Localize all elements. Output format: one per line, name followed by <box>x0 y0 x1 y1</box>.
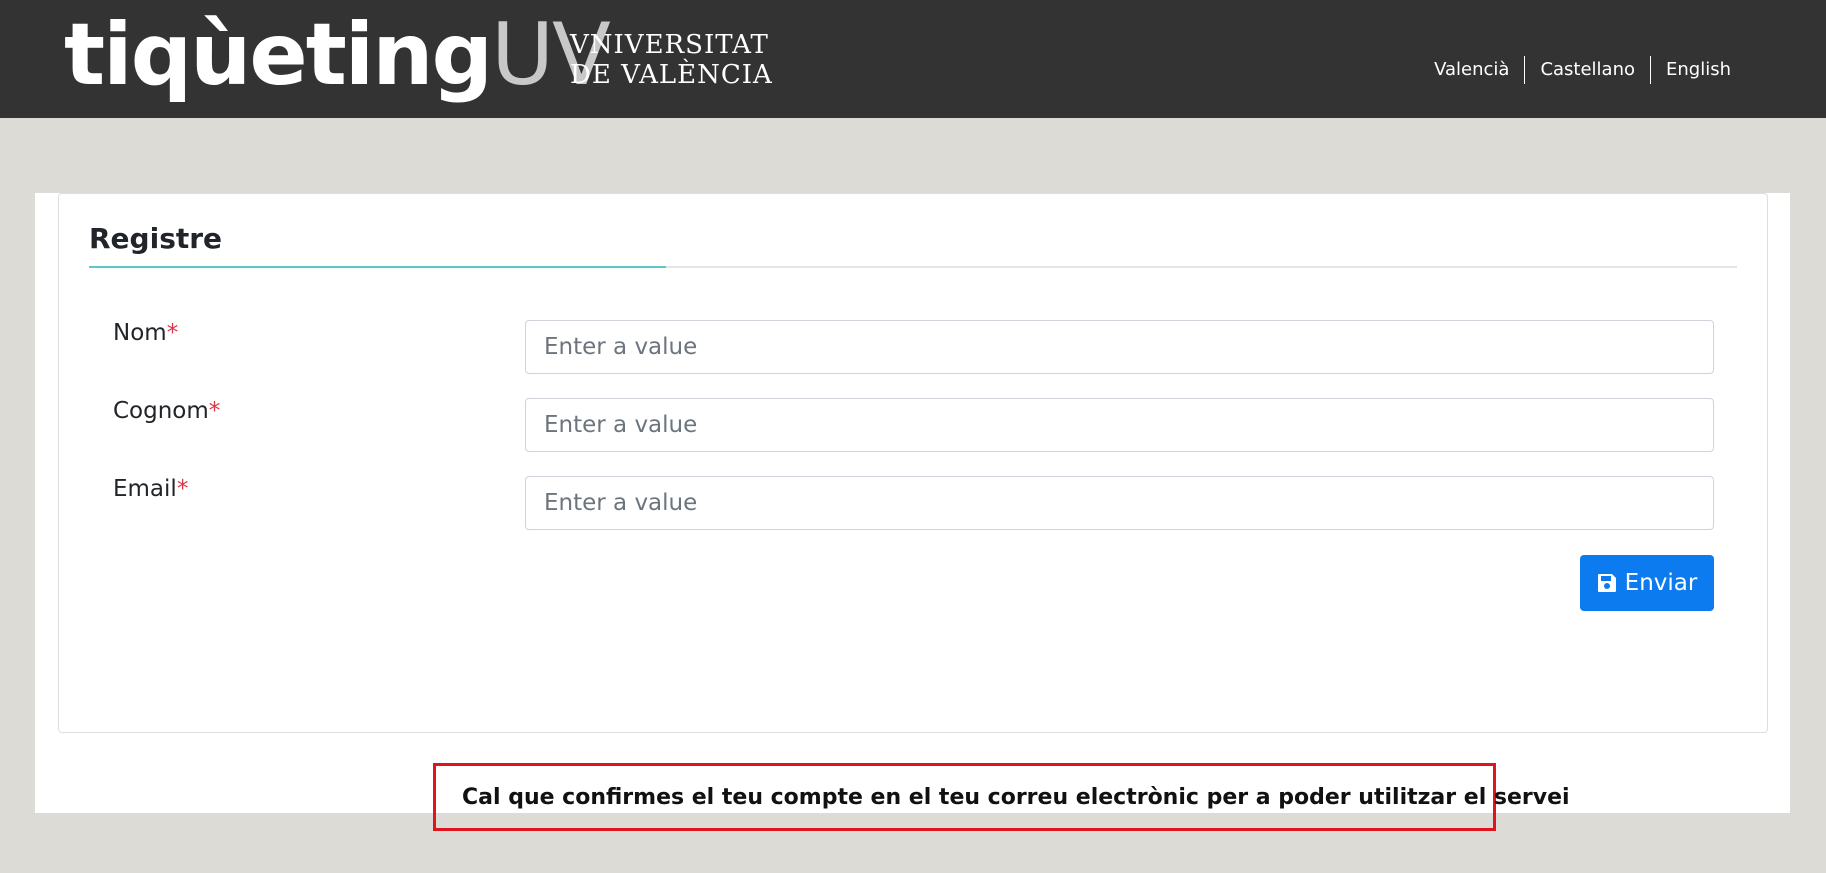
lang-castellano[interactable]: Castellano <box>1524 56 1650 84</box>
save-icon <box>1597 574 1616 592</box>
university-logo-line2: DE VALÈNCIA <box>570 60 773 90</box>
lang-valencia[interactable]: Valencià <box>1419 56 1524 84</box>
cognom-label-text: Cognom <box>113 398 209 424</box>
nom-label-text: Nom <box>113 320 167 346</box>
submit-button-label: Enviar <box>1624 570 1698 596</box>
title-divider-accent <box>89 266 666 268</box>
email-label-text: Email <box>113 476 177 502</box>
submit-button[interactable]: Enviar <box>1580 555 1714 611</box>
confirmation-notice: Cal que confirmes el teu compte en el te… <box>433 763 1570 831</box>
form-row-email: Email* <box>113 476 1714 532</box>
logo-main-text: tiqùeting <box>64 5 493 105</box>
form-row-nom: Nom* <box>113 320 1714 376</box>
site-header: tiqùetingUV VNIVERSITAT DE VALÈNCIA Vale… <box>0 0 1826 118</box>
university-logo-line1: VNIVERSITAT <box>570 30 769 60</box>
nom-label: Nom* <box>113 320 178 346</box>
form-row-cognom: Cognom* <box>113 398 1714 454</box>
registration-card: Registre Nom* Cognom* Email* Enviar <box>58 193 1768 733</box>
required-mark: * <box>176 476 189 502</box>
nom-input[interactable] <box>525 320 1714 374</box>
required-mark: * <box>166 320 179 346</box>
university-logo[interactable]: VNIVERSITAT DE VALÈNCIA <box>570 30 773 90</box>
notice-text: Cal que confirmes el teu compte en el te… <box>462 784 1570 810</box>
lang-english[interactable]: English <box>1650 56 1746 84</box>
email-input[interactable] <box>525 476 1714 530</box>
required-mark: * <box>208 398 221 424</box>
cognom-input[interactable] <box>525 398 1714 452</box>
page-title: Registre <box>89 222 223 255</box>
email-label: Email* <box>113 476 188 502</box>
tiqueting-logo[interactable]: tiqùetingUV <box>64 0 611 110</box>
language-switcher: Valencià Castellano English <box>1419 56 1746 84</box>
cognom-label: Cognom* <box>113 398 220 424</box>
